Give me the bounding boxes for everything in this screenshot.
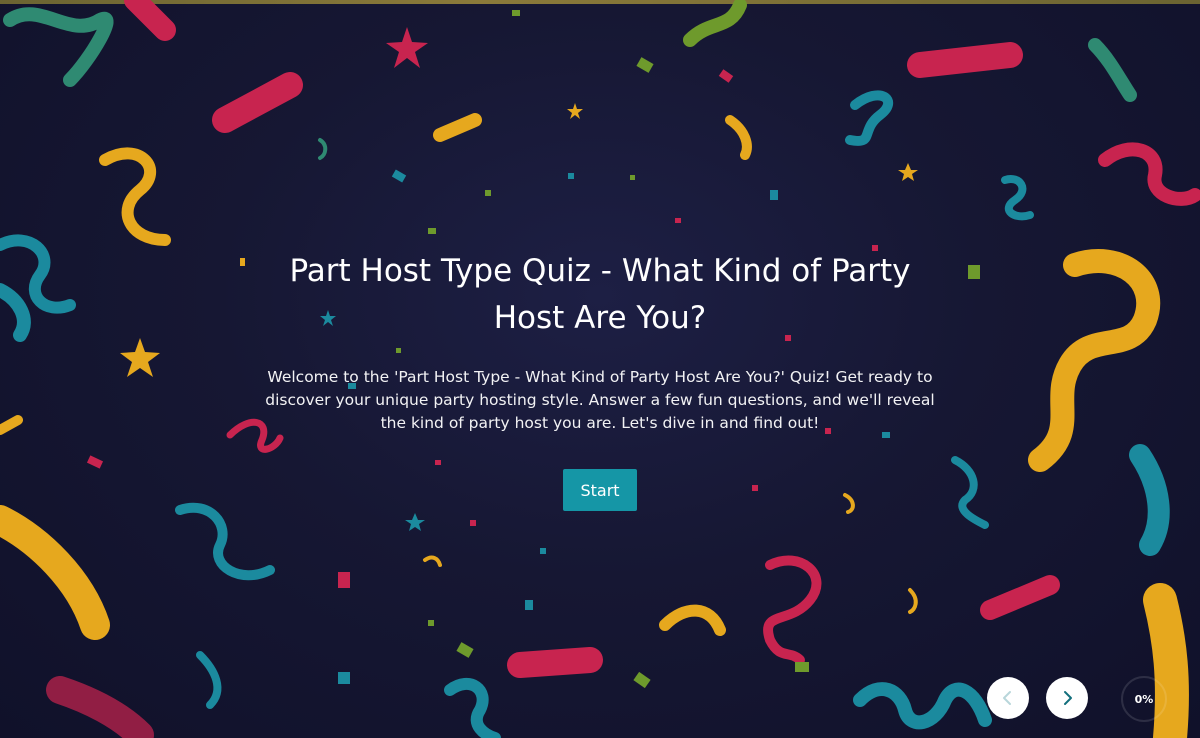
confetti-star	[567, 103, 583, 119]
confetti-ribbon	[196, 651, 222, 709]
confetti-piece	[456, 642, 474, 658]
confetti-ribbon	[46, 676, 154, 738]
confetti-piece	[525, 600, 533, 610]
confetti-piece	[636, 57, 654, 73]
confetti-piece	[540, 548, 546, 554]
confetti-piece	[338, 572, 350, 588]
confetti-ribbon	[951, 456, 989, 529]
confetti-ribbon	[853, 682, 992, 730]
confetti-piece	[718, 69, 734, 83]
confetti-ribbon	[175, 502, 275, 581]
confetti-ribbon	[1028, 249, 1161, 472]
chevron-right-icon	[1064, 691, 1072, 705]
confetti-piece	[568, 173, 574, 179]
confetti-ribbon	[659, 604, 726, 636]
confetti-star	[120, 338, 160, 377]
confetti-ribbon	[683, 0, 747, 47]
confetti-ribbon	[1129, 444, 1170, 556]
next-button[interactable]	[1046, 677, 1088, 719]
confetti-ribbon	[1001, 175, 1034, 221]
confetti-ribbon	[0, 505, 110, 640]
confetti-piece	[485, 190, 491, 196]
confetti-piece	[633, 671, 651, 689]
confetti-ribbon	[433, 113, 482, 142]
confetti-star	[386, 27, 428, 68]
confetti-piece	[795, 662, 809, 672]
quiz-description: Welcome to the 'Part Host Type - What Ki…	[265, 368, 935, 432]
confetti-piece	[391, 169, 407, 183]
confetti-ribbon	[0, 415, 23, 435]
quiz-title: Part Host Type Quiz - What Kind of Party…	[289, 253, 911, 336]
confetti-ribbon	[444, 678, 501, 738]
confetti-piece	[338, 672, 350, 684]
progress-indicator: 0%	[1121, 676, 1167, 722]
confetti-piece	[428, 228, 436, 234]
confetti-ribbon	[980, 575, 1060, 620]
confetti-piece	[428, 620, 434, 626]
confetti-piece	[512, 10, 520, 16]
confetti-piece	[968, 265, 980, 279]
confetti-star	[405, 513, 425, 531]
confetti-ribbon	[908, 588, 918, 614]
confetti-piece	[630, 175, 635, 180]
confetti-piece	[770, 190, 778, 200]
quiz-intro: Part Host Type Quiz - What Kind of Party…	[250, 248, 950, 511]
confetti-ribbon	[3, 7, 114, 87]
confetti-piece	[240, 258, 245, 266]
confetti-ribbon	[763, 555, 822, 665]
previous-button[interactable]	[987, 677, 1029, 719]
confetti-piece	[675, 218, 681, 223]
confetti-ribbon	[1098, 142, 1200, 206]
confetti-ribbon	[0, 283, 31, 342]
confetti-ribbon	[318, 138, 328, 160]
confetti-ribbon	[124, 0, 176, 41]
confetti-ribbon	[99, 147, 171, 246]
confetti-star	[898, 163, 918, 181]
confetti-piece	[86, 455, 104, 469]
confetti-ribbon	[212, 72, 303, 133]
chevron-left-icon	[1003, 691, 1011, 705]
confetti-ribbon	[507, 647, 603, 678]
confetti-ribbon	[725, 115, 752, 160]
progress-text: 0%	[1134, 692, 1154, 706]
confetti-ribbon	[1088, 38, 1137, 102]
confetti-ribbon	[423, 555, 442, 567]
start-button[interactable]: Start	[563, 469, 637, 511]
confetti-ribbon	[907, 42, 1023, 78]
confetti-ribbon	[845, 90, 894, 146]
confetti-piece	[470, 520, 476, 526]
quiz-stage: Part Host Type Quiz - What Kind of Party…	[0, 0, 1200, 738]
confetti-ribbon	[1143, 583, 1189, 738]
